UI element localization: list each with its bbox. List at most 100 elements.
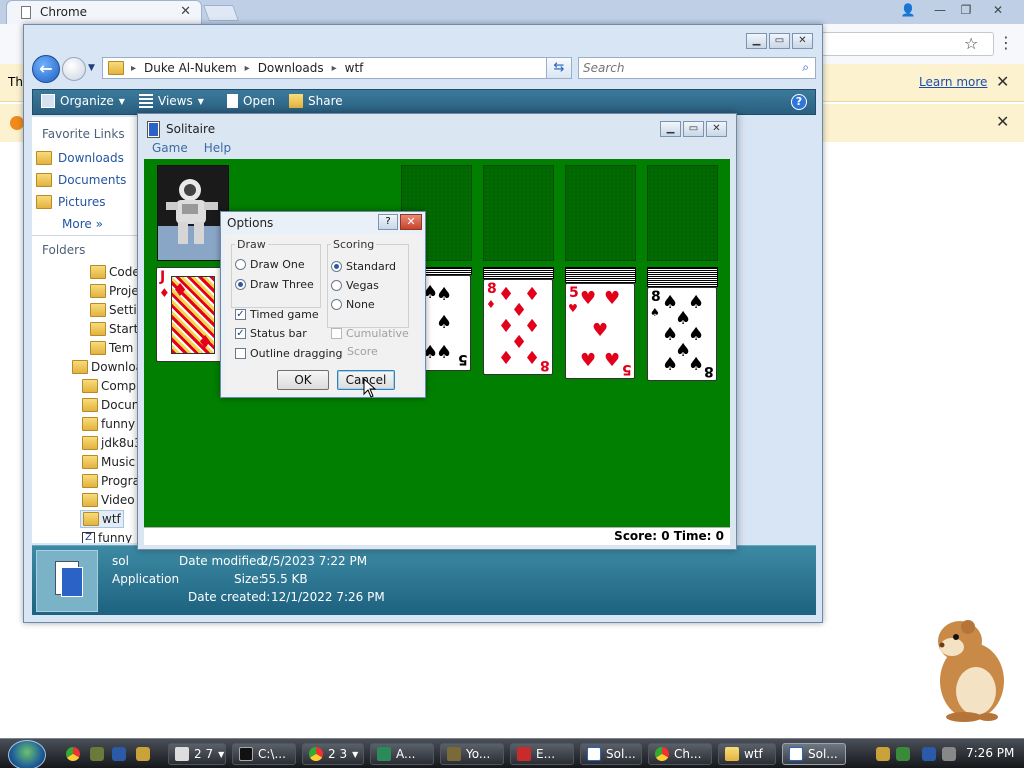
tableau-card[interactable]: 5 ♥ ♥ ♥ ♥ ♥ ♥ 5 [565, 283, 635, 379]
help-button[interactable]: ? [378, 214, 398, 230]
restore-icon[interactable]: ❐ [954, 2, 978, 18]
foundation-slot[interactable] [647, 165, 718, 261]
maximize-button[interactable]: ▭ [683, 121, 704, 137]
minimize-button[interactable]: ▁ [660, 121, 681, 137]
taskbar-item[interactable]: 2 3 ▼ [302, 743, 364, 765]
help-icon[interactable]: ? [791, 94, 807, 110]
outline-dragging-checkbox[interactable]: Outline dragging [235, 347, 343, 360]
tree-item-label: wtf [102, 512, 121, 526]
radio-button [331, 299, 342, 310]
status-bar-checkbox[interactable]: ✓ Status bar [235, 327, 307, 340]
gamepad-quicklaunch-icon[interactable] [90, 747, 104, 761]
tree-item[interactable]: Comp [82, 379, 136, 393]
scoring-vegas-radio[interactable]: Vegas [331, 279, 379, 292]
tree-item[interactable]: Code [90, 265, 137, 279]
chrome-tab[interactable]: Chrome ✕ [6, 0, 202, 24]
infobar-close-icon[interactable]: ✕ [996, 72, 1009, 91]
card-rank: 8 [651, 289, 661, 305]
mouse-cursor-icon [363, 378, 377, 398]
timed-game-checkbox[interactable]: ✓ Timed game [235, 308, 319, 321]
favorite-link-documents[interactable]: Documents [36, 173, 126, 187]
scoring-standard-radio[interactable]: Standard [331, 260, 396, 273]
infobar-close-icon[interactable]: ✕ [996, 112, 1009, 131]
monitor-quicklaunch-icon[interactable] [112, 747, 126, 761]
breadcrumb-item[interactable]: Duke Al-Nukem [144, 61, 237, 77]
close-icon[interactable]: ✕ [986, 2, 1010, 18]
volume-muted-icon[interactable] [942, 747, 956, 761]
scoring-none-radio[interactable]: None [331, 298, 375, 311]
tableau-card[interactable]: 8 ♠ ♠ ♠ ♠ ♠ ♠ ♠ ♠ ♠ 8 [647, 287, 717, 381]
tree-item[interactable]: Start [90, 322, 137, 336]
draw-one-radio[interactable]: Draw One [235, 258, 305, 271]
breadcrumb-item[interactable]: Downloads [258, 61, 324, 77]
taskbar-item[interactable]: Yo... [440, 743, 504, 765]
tab-close-icon[interactable]: ✕ [180, 4, 191, 19]
tree-item[interactable]: Progra [82, 474, 137, 488]
forward-button[interactable] [62, 57, 86, 81]
new-tab-button[interactable] [203, 5, 239, 21]
clock[interactable]: 7:26 PM [966, 746, 1014, 760]
tree-item[interactable]: Zfunny [82, 531, 132, 543]
taskbar-item[interactable]: 2 7 ▼ [168, 743, 226, 765]
tree-item-downloads[interactable]: Downloa [72, 360, 137, 374]
menu-game[interactable]: Game [152, 141, 188, 159]
learn-more-link[interactable]: Learn more [919, 75, 987, 89]
tree-item[interactable]: jdk8u3 [82, 436, 137, 450]
waste-card[interactable]: J ♦ ♦ ♦ [156, 267, 226, 362]
minimize-icon[interactable]: — [928, 2, 952, 18]
tree-item[interactable]: Docun [82, 398, 137, 412]
open-button[interactable]: Open [227, 94, 275, 108]
address-bar[interactable]: ▸ Duke Al-Nukem ▸ Downloads ▸ wtf ▼ [102, 57, 572, 79]
favorite-link-pictures[interactable]: Pictures [36, 195, 106, 209]
tree-item[interactable]: Music [82, 455, 135, 469]
chrome-quicklaunch-icon[interactable] [66, 747, 80, 761]
start-button[interactable] [8, 740, 46, 768]
close-button[interactable]: ✕ [792, 33, 813, 49]
taskbar-item[interactable]: wtf [718, 743, 776, 765]
back-button[interactable]: ← [32, 55, 60, 83]
cumulative-score-checkbox[interactable]: Cumulative [331, 327, 409, 340]
draw-three-radio[interactable]: Draw Three [235, 278, 314, 291]
profile-icon[interactable]: 👤 [896, 2, 920, 18]
share-button[interactable]: Share [289, 94, 343, 108]
taskbar-item[interactable]: Sol... [580, 743, 642, 765]
foundation-slot[interactable] [483, 165, 554, 261]
recent-pages-icon[interactable]: ▼ [88, 63, 95, 73]
tray-network-icon[interactable] [896, 747, 910, 761]
tray-monitor-icon[interactable] [922, 747, 936, 761]
tray-icon[interactable] [876, 747, 890, 761]
favorite-link-downloads[interactable]: Downloads [36, 151, 124, 165]
close-button[interactable]: ✕ [400, 214, 422, 230]
tree-item[interactable]: Tem [90, 341, 133, 355]
views-icon [139, 94, 153, 108]
taskbar-item[interactable]: A... [370, 743, 434, 765]
search-input[interactable] [583, 60, 783, 76]
menu-help[interactable]: Help [204, 141, 231, 159]
search-icon[interactable]: ⌕ [802, 60, 809, 75]
views-button[interactable]: Views ▼ [139, 94, 204, 108]
organize-button[interactable]: Organize ▼ [41, 94, 125, 108]
open-icon [227, 94, 238, 108]
tree-item[interactable]: Setti [90, 303, 137, 317]
maximize-button[interactable]: ▭ [769, 33, 790, 49]
minimize-button[interactable]: ▁ [746, 33, 767, 49]
taskbar-item[interactable]: E... [510, 743, 574, 765]
taskbar-item-active[interactable]: Sol... [782, 743, 846, 765]
tree-item-wtf[interactable]: wtf [80, 510, 124, 528]
refresh-button[interactable]: ⇆ [546, 57, 572, 79]
more-links-button[interactable]: More » [62, 217, 103, 231]
tree-item[interactable]: funny [82, 417, 135, 431]
game-quicklaunch-icon[interactable] [136, 747, 150, 761]
stock-pile[interactable] [157, 165, 229, 261]
chrome-menu-icon[interactable]: ⋮ [998, 33, 1014, 52]
breadcrumb-item[interactable]: wtf [345, 61, 364, 77]
taskbar-item[interactable]: Ch... [648, 743, 712, 765]
bookmark-star-icon[interactable]: ☆ [964, 34, 978, 53]
ok-button[interactable]: OK [277, 370, 329, 390]
tableau-card[interactable]: 8 ♦ ♦ ♦ ♦ ♦ ♦ ♦ ♦ ♦ 8 [483, 279, 553, 375]
taskbar-item[interactable]: C:\... [232, 743, 296, 765]
foundation-slot[interactable] [565, 165, 636, 261]
close-button[interactable]: ✕ [706, 121, 727, 137]
tree-item[interactable]: Video [82, 493, 135, 507]
tree-item[interactable]: Proje [90, 284, 137, 298]
